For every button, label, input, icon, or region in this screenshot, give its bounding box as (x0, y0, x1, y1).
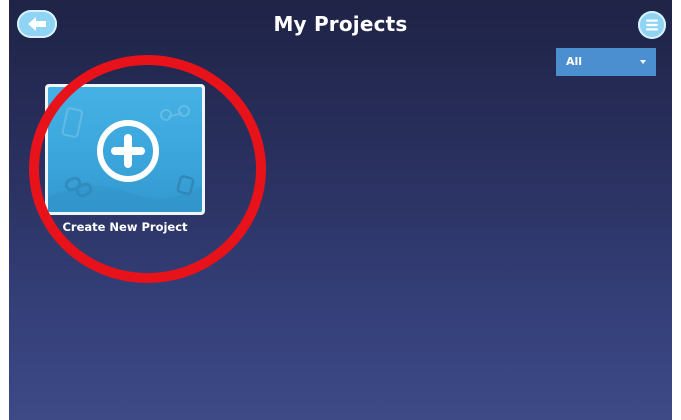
app-screen: My Projects All Create New Project (9, 0, 672, 420)
drone-icon (160, 105, 190, 121)
filter-dropdown[interactable]: All (556, 48, 656, 76)
hamburger-menu-icon (646, 19, 658, 31)
create-new-project-card[interactable] (45, 84, 205, 215)
page-title: My Projects (273, 12, 408, 36)
filter-selected-value: All (566, 55, 583, 68)
card-thumbnail (48, 87, 202, 212)
create-new-project-label: Create New Project (62, 220, 188, 234)
phone-icon (61, 107, 83, 138)
chevron-down-icon (640, 60, 646, 64)
menu-button[interactable] (638, 11, 666, 39)
plus-circle-icon (97, 120, 159, 182)
